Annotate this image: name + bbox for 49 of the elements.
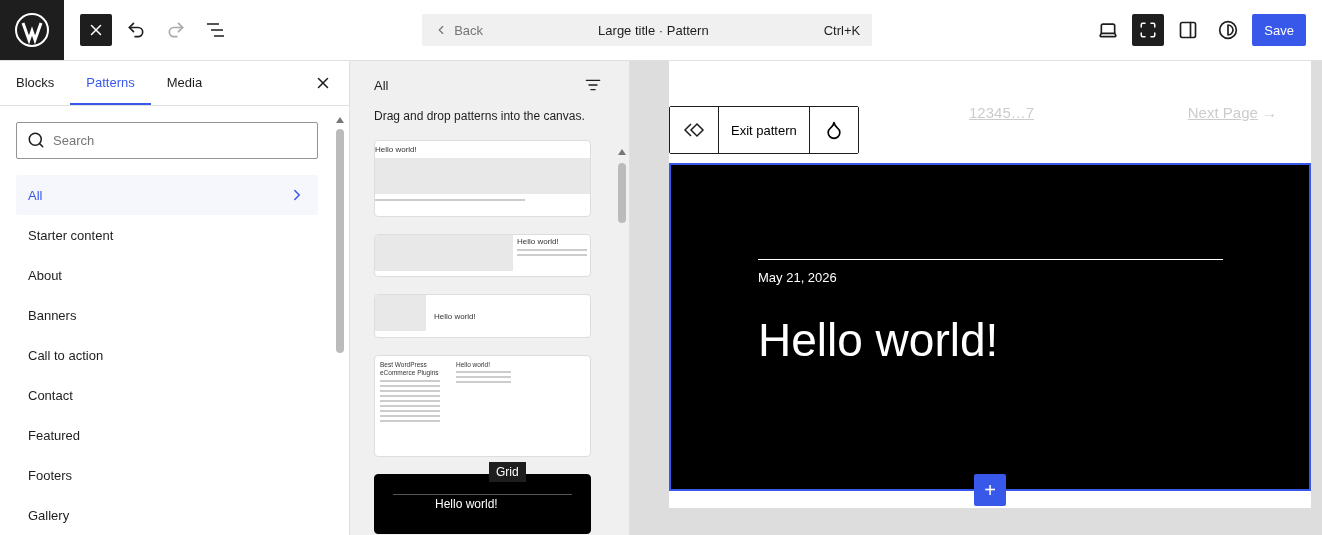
- logo-icon: [14, 12, 50, 48]
- inserter-tab[interactable]: Media: [150, 61, 219, 105]
- wordpress-logo[interactable]: [0, 0, 64, 60]
- preview-text-drawing: [456, 371, 511, 383]
- sidebar-icon: [1178, 20, 1199, 40]
- category-item[interactable]: Banners: [16, 295, 318, 335]
- preview-title: Hello world!: [375, 144, 418, 154]
- category-item[interactable]: Call to action: [16, 335, 318, 375]
- undo-icon: [126, 20, 146, 40]
- command-bar[interactable]: Back Large title · Pattern Ctrl+K: [422, 14, 873, 46]
- half-circle-icon: [1218, 20, 1239, 40]
- post-date: May 21, 2026: [758, 270, 838, 285]
- search-field[interactable]: Search: [16, 121, 318, 159]
- category-item[interactable]: Contact: [16, 375, 318, 415]
- preview-title: Hello world!: [435, 497, 499, 511]
- pattern-preview[interactable]: Hello world!: [374, 294, 591, 338]
- inserter-tab[interactable]: Blocks: [0, 61, 71, 105]
- add-block-button[interactable]: +: [974, 474, 1006, 506]
- search-icon: [27, 131, 45, 150]
- post-title: Hello world!: [758, 313, 1000, 367]
- save-button[interactable]: Save: [1252, 14, 1306, 46]
- preview-text-drawing: [380, 379, 440, 422]
- category-item[interactable]: About: [16, 255, 318, 295]
- pattern-button[interactable]: [670, 107, 719, 153]
- category-item[interactable]: Footers: [16, 455, 318, 495]
- category-item[interactable]: Starter content: [16, 215, 318, 255]
- inserter-tab[interactable]: Patterns: [70, 61, 151, 105]
- preview-title: Hello world!: [434, 311, 476, 321]
- image-placeholder: [375, 295, 426, 331]
- document-title: Large title · Pattern: [597, 22, 710, 38]
- back-button[interactable]: Back: [434, 22, 484, 38]
- redo-icon: [166, 20, 186, 40]
- laptop-icon: [1098, 20, 1119, 40]
- filter-icon[interactable]: [585, 77, 601, 93]
- expand-icon: [1139, 21, 1158, 39]
- tooltip: Grid: [489, 462, 526, 482]
- list-icon: [206, 22, 226, 38]
- category-item[interactable]: Featured: [16, 415, 318, 455]
- category-item[interactable]: All: [16, 175, 318, 215]
- pattern-preview[interactable]: Hello world!: [374, 140, 591, 217]
- preview-text-drawing: [517, 249, 587, 256]
- filter-label: All: [374, 77, 389, 93]
- hint-text: Drag and drop patterns into the canvas.: [373, 109, 586, 123]
- shortcut-hint: Ctrl+K: [823, 22, 861, 38]
- category-item[interactable]: Gallery: [16, 495, 318, 535]
- preview-title: Hello world!: [517, 237, 560, 246]
- zoom-out-button[interactable]: [1132, 14, 1165, 46]
- pattern-preview[interactable]: Hello world!: [374, 234, 591, 277]
- close-button[interactable]: [80, 14, 112, 46]
